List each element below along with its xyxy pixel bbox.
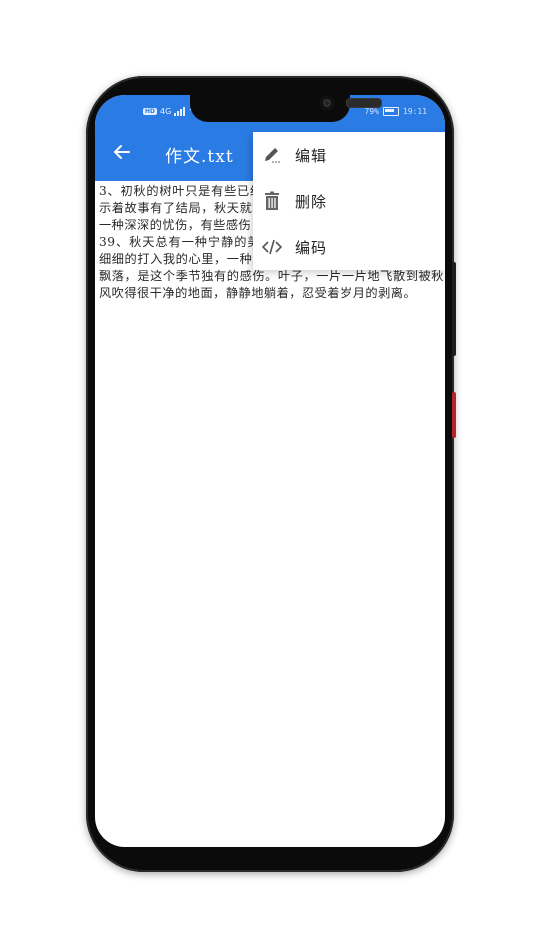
menu-item-label: 编辑: [295, 146, 328, 165]
code-icon: [261, 236, 283, 258]
network-label: 4G: [160, 107, 172, 116]
signal-icon: [174, 107, 186, 116]
pencil-icon: [261, 144, 283, 166]
notch: [190, 95, 382, 122]
power-key: [452, 392, 456, 438]
menu-item-delete[interactable]: 删除: [253, 178, 445, 224]
front-camera: [320, 96, 334, 110]
hd-badge: HD: [143, 108, 158, 115]
menu-item-label: 编码: [295, 238, 328, 257]
menu-item-label: 删除: [295, 192, 328, 211]
page-title: 作文.txt: [165, 147, 234, 167]
battery-icon: [382, 107, 399, 116]
menu-item-edit[interactable]: 编辑: [253, 132, 445, 178]
arrow-left-icon[interactable]: [111, 141, 133, 163]
trash-icon: [261, 190, 283, 212]
screen: HD 4G 79% 19:11 作文.txt 3、初秋的树叶只是有些已经开始变黄…: [95, 95, 445, 847]
battery-percent: 79%: [364, 107, 379, 116]
overflow-menu: 编辑 删除 编码: [253, 132, 445, 270]
clock: 19:11: [402, 107, 427, 116]
volume-key: [452, 262, 456, 356]
status-bar-right: 79% 19:11: [364, 107, 427, 116]
menu-item-encoding[interactable]: 编码: [253, 224, 445, 270]
